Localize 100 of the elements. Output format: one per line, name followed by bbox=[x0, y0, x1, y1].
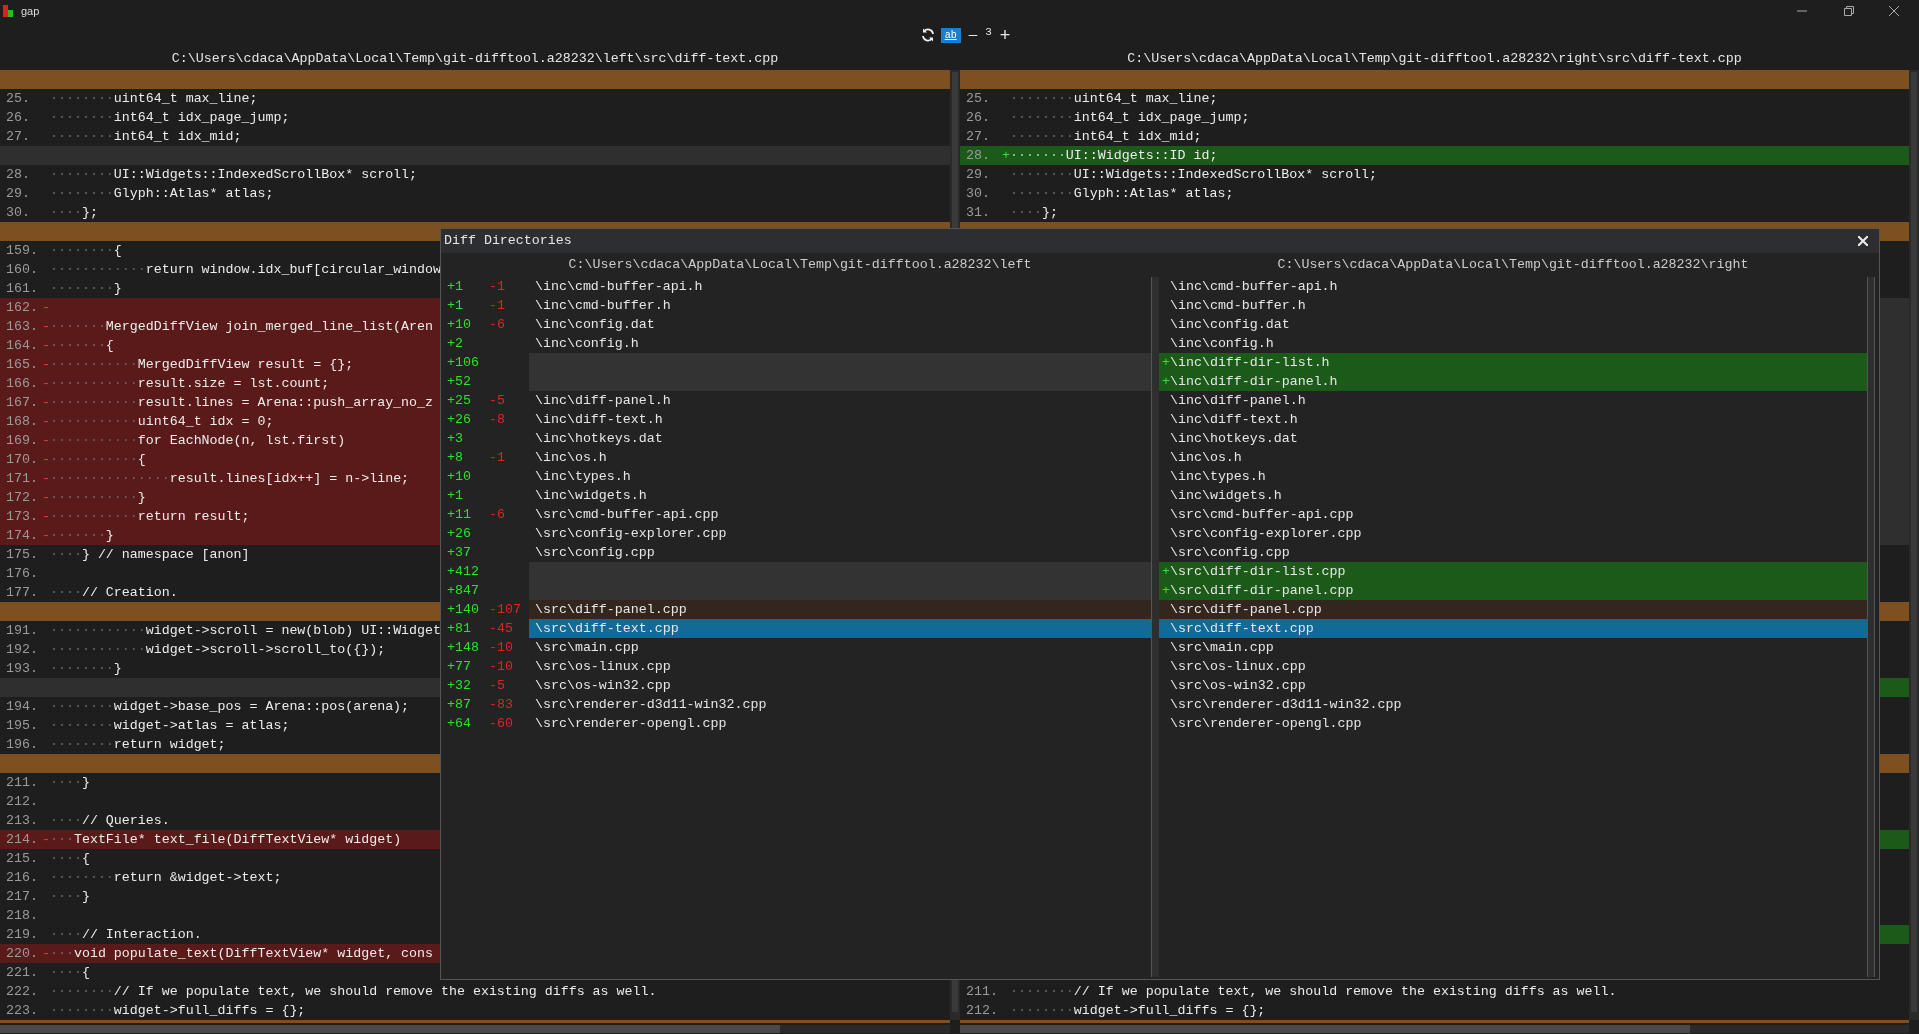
file-list-item[interactable]: \src\os-win32.cpp bbox=[529, 676, 1151, 695]
file-list-item[interactable]: \inc\widgets.h bbox=[1159, 486, 1867, 505]
file-list-item[interactable]: \src\renderer-opengl.cpp bbox=[529, 714, 1151, 733]
file-list-item[interactable]: \src\os-linux.cpp bbox=[529, 657, 1151, 676]
file-name: \inc\types.h bbox=[1170, 467, 1266, 486]
code-text: // If we populate text, we should remove the existing diffs as well. bbox=[1073, 982, 1617, 1001]
scrollbar[interactable] bbox=[1151, 277, 1159, 977]
added-count: +140 bbox=[446, 600, 480, 619]
file-name: \inc\hotkeys.dat bbox=[1170, 429, 1298, 448]
removed-count: -1 bbox=[489, 296, 506, 315]
file-list-item[interactable]: \inc\config.h bbox=[1159, 334, 1867, 353]
line-number: 212. bbox=[965, 1001, 999, 1020]
whitespace-dots: ···· bbox=[50, 583, 82, 602]
removed-count: -83 bbox=[489, 695, 514, 714]
file-name: \inc\config.dat bbox=[1170, 315, 1290, 334]
code-text: } bbox=[113, 659, 122, 678]
file-list-item[interactable]: \src\config-explorer.cpp bbox=[1159, 524, 1867, 543]
whitespace-dots: ········ bbox=[50, 165, 114, 184]
scrollbar[interactable] bbox=[0, 1025, 950, 1033]
file-list-item[interactable]: \inc\config.dat bbox=[529, 315, 1151, 334]
line-number: 29. bbox=[5, 184, 31, 203]
file-list-item[interactable]: \src\config-explorer.cpp bbox=[529, 524, 1151, 543]
file-list-item[interactable]: \inc\types.h bbox=[529, 467, 1151, 486]
code-text: } bbox=[81, 773, 90, 792]
file-list-item[interactable]: \src\os-linux.cpp bbox=[1159, 657, 1867, 676]
file-list-item[interactable]: \inc\diff-panel.h bbox=[529, 391, 1151, 410]
file-list-item[interactable]: \inc\hotkeys.dat bbox=[1159, 429, 1867, 448]
code-text: { bbox=[137, 450, 146, 469]
code-text: result.lines = Arena::push_array_no_z bbox=[137, 393, 434, 412]
scrollbar[interactable] bbox=[960, 1025, 1909, 1033]
file-list-item[interactable]: \src\diff-text.cpp bbox=[529, 619, 1151, 638]
file-list-item[interactable]: \inc\hotkeys.dat bbox=[529, 429, 1151, 448]
code-text: // Creation. bbox=[81, 583, 178, 602]
refresh-icon[interactable] bbox=[920, 28, 935, 42]
file-list-item[interactable]: \src\diff-text.cpp bbox=[1159, 619, 1867, 638]
file-list-item[interactable]: \src\cmd-buffer-api.cpp bbox=[1159, 505, 1867, 524]
file-list-item[interactable]: \inc\diff-text.h bbox=[1159, 410, 1867, 429]
file-list-item[interactable]: \src\renderer-d3d11-win32.cpp bbox=[1159, 695, 1867, 714]
file-list-item[interactable]: \src\main.cpp bbox=[529, 638, 1151, 657]
file-list-item[interactable]: \inc\diff-panel.h bbox=[1159, 391, 1867, 410]
diff-marker: - bbox=[42, 393, 50, 412]
added-count: +3 bbox=[446, 429, 464, 448]
file-list-item[interactable]: \inc\cmd-buffer.h bbox=[1159, 296, 1867, 315]
file-list-item[interactable]: \src\renderer-opengl.cpp bbox=[1159, 714, 1867, 733]
code-text: UI::Widgets::ID id; bbox=[1065, 146, 1218, 165]
whitespace-dots: ······· bbox=[50, 336, 106, 355]
code-text: for EachNode(n, lst.first) bbox=[137, 431, 346, 450]
file-name: \src\main.cpp bbox=[1170, 638, 1274, 657]
close-icon[interactable] bbox=[1889, 6, 1899, 16]
file-list-item[interactable]: \src\diff-panel.cpp bbox=[1159, 600, 1867, 619]
whitespace-dots: ········ bbox=[1010, 89, 1074, 108]
file-list-item[interactable]: \src\os-win32.cpp bbox=[1159, 676, 1867, 695]
file-list-item[interactable]: +\inc\diff-dir-list.h bbox=[1159, 353, 1867, 372]
file-list-item[interactable]: \inc\cmd-buffer-api.h bbox=[529, 277, 1151, 296]
file-list-item[interactable]: \inc\diff-text.h bbox=[529, 410, 1151, 429]
file-name: \src\os-linux.cpp bbox=[1170, 657, 1306, 676]
file-list-item[interactable]: \src\diff-panel.cpp bbox=[529, 600, 1151, 619]
added-count: +2 bbox=[446, 334, 464, 353]
line-number: 170. bbox=[5, 450, 39, 469]
file-list-item[interactable]: \inc\config.h bbox=[529, 334, 1151, 353]
file-list-item[interactable]: \inc\widgets.h bbox=[529, 486, 1151, 505]
line-number: 165. bbox=[5, 355, 39, 374]
file-list-item[interactable]: \inc\os.h bbox=[529, 448, 1151, 467]
code-text: } // namespace [anon] bbox=[81, 545, 250, 564]
file-list-item[interactable]: \src\config.cpp bbox=[529, 543, 1151, 562]
file-name: \inc\widgets.h bbox=[1170, 486, 1282, 505]
line-number: 192. bbox=[5, 640, 39, 659]
file-list-item[interactable]: +\src\diff-dir-panel.cpp bbox=[1159, 581, 1867, 600]
code-text: } bbox=[105, 526, 114, 545]
file-list-item[interactable]: \inc\types.h bbox=[1159, 467, 1867, 486]
scrollbar[interactable] bbox=[1867, 277, 1875, 977]
line-number: 166. bbox=[5, 374, 39, 393]
file-list-item[interactable]: +\inc\diff-dir-panel.h bbox=[1159, 372, 1867, 391]
file-list-item[interactable]: \inc\config.dat bbox=[1159, 315, 1867, 334]
file-name: \inc\diff-panel.h bbox=[1170, 391, 1306, 410]
decrease-button[interactable]: — bbox=[966, 24, 980, 46]
diff-marker: - bbox=[42, 507, 50, 526]
restore-icon[interactable] bbox=[1844, 6, 1854, 16]
scrollbar[interactable] bbox=[1909, 70, 1919, 1020]
whole-word-toggle[interactable]: ab bbox=[940, 27, 961, 43]
diff-marker: - bbox=[42, 298, 50, 317]
line-number: 160. bbox=[5, 260, 39, 279]
file-name: \src\config.cpp bbox=[1170, 543, 1290, 562]
added-count: +106 bbox=[446, 353, 480, 372]
file-list-item[interactable]: \inc\cmd-buffer.h bbox=[529, 296, 1151, 315]
increase-button[interactable]: + bbox=[997, 21, 1013, 49]
whitespace-dots: ········ bbox=[50, 127, 114, 146]
whitespace-dots: ········ bbox=[50, 735, 114, 754]
file-list-item[interactable]: \src\config.cpp bbox=[1159, 543, 1867, 562]
file-list-item[interactable]: \src\cmd-buffer-api.cpp bbox=[529, 505, 1151, 524]
line-number: 30. bbox=[965, 184, 991, 203]
line-number: 27. bbox=[965, 127, 991, 146]
file-list-item[interactable]: \inc\os.h bbox=[1159, 448, 1867, 467]
file-list-item[interactable]: +\src\diff-dir-list.cpp bbox=[1159, 562, 1867, 581]
file-list-item[interactable]: \inc\cmd-buffer-api.h bbox=[1159, 277, 1867, 296]
file-list-item[interactable]: \src\renderer-d3d11-win32.cpp bbox=[529, 695, 1151, 714]
whitespace-dots: ··········· bbox=[50, 355, 138, 374]
file-list-item[interactable]: \src\main.cpp bbox=[1159, 638, 1867, 657]
line-number: 167. bbox=[5, 393, 39, 412]
file-name: \inc\diff-dir-panel.h bbox=[1170, 372, 1338, 391]
